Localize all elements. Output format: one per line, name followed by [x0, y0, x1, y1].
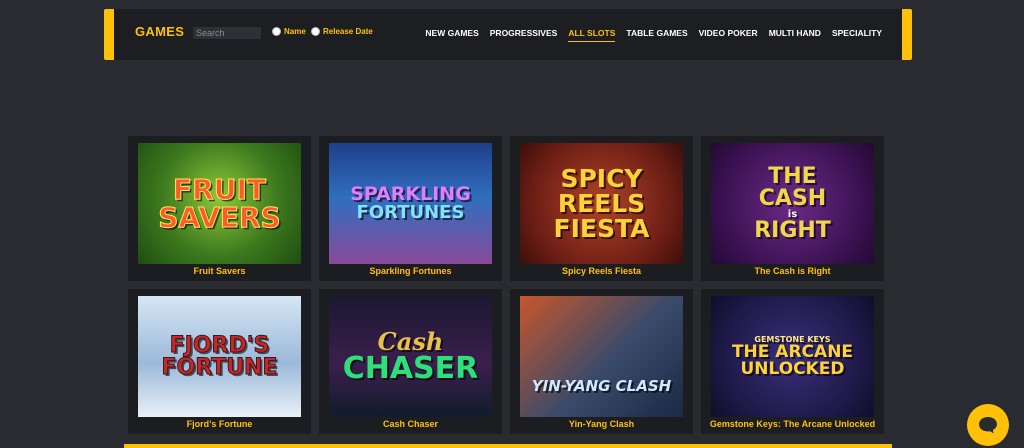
- game-thumbnail[interactable]: THE CASH is RIGHT: [711, 143, 874, 264]
- game-card-spicy-reels-fiesta[interactable]: SPICY REELS FIESTA Spicy Reels Fiesta: [510, 136, 693, 281]
- game-thumbnail[interactable]: FJORD'S FORTUNE: [138, 296, 301, 417]
- game-thumbnail[interactable]: YIN-YANG CLASH: [520, 296, 683, 417]
- game-thumbnail[interactable]: GEMSTONE KEYS THE ARCANE UNLOCKED: [711, 296, 874, 417]
- nav-video-poker[interactable]: VIDEO POKER: [699, 28, 758, 42]
- nav-table-games[interactable]: TABLE GAMES: [626, 28, 687, 42]
- game-thumbnail[interactable]: Cash CHASER: [329, 296, 492, 417]
- nav-new-games[interactable]: NEW GAMES: [425, 28, 478, 42]
- game-thumbnail[interactable]: SPARKLING FORTUNES: [329, 143, 492, 264]
- game-title[interactable]: Yin-Yang Clash: [510, 419, 693, 430]
- radio-label-name: Name: [284, 27, 306, 36]
- sort-by-name-option[interactable]: Name: [272, 27, 306, 36]
- bottom-accent-bar: [124, 444, 892, 448]
- game-title[interactable]: Spicy Reels Fiesta: [510, 266, 693, 277]
- category-nav: NEW GAMES PROGRESSIVES ALL SLOTS TABLE G…: [414, 28, 882, 42]
- game-title[interactable]: The Cash is Right: [701, 266, 884, 277]
- games-grid: FRUIT SAVERS Fruit Savers SPARKLING FORTUN…: [128, 136, 884, 434]
- game-thumbnail[interactable]: SPICY REELS FIESTA: [520, 143, 683, 264]
- game-card-sparkling-fortunes[interactable]: SPARKLING FORTUNES Sparkling Fortunes: [319, 136, 502, 281]
- game-title[interactable]: Sparkling Fortunes: [319, 266, 502, 277]
- nav-progressives[interactable]: PROGRESSIVES: [490, 28, 558, 42]
- top-navigation-bar: GAMES Name Release Date NEW GAMES PROGRE…: [104, 9, 912, 60]
- game-card-gemstone-keys[interactable]: GEMSTONE KEYS THE ARCANE UNLOCKED Gemstone…: [701, 289, 884, 434]
- games-title: GAMES: [135, 24, 185, 39]
- sort-by-release-date-option[interactable]: Release Date: [311, 27, 373, 36]
- nav-multi-hand[interactable]: MULTI HAND: [769, 28, 821, 42]
- chat-button[interactable]: [967, 404, 1009, 446]
- search-input[interactable]: [193, 27, 261, 39]
- game-title[interactable]: Cash Chaser: [319, 419, 502, 430]
- nav-speciality[interactable]: SPECIALITY: [832, 28, 882, 42]
- game-title[interactable]: Fruit Savers: [128, 266, 311, 277]
- game-card-yin-yang-clash[interactable]: YIN-YANG CLASH Yin-Yang Clash: [510, 289, 693, 434]
- chat-bubble-icon: [979, 417, 997, 434]
- game-card-cash-chaser[interactable]: Cash CHASER Cash Chaser: [319, 289, 502, 434]
- game-card-fruit-savers[interactable]: FRUIT SAVERS Fruit Savers: [128, 136, 311, 281]
- game-card-the-cash-is-right[interactable]: THE CASH is RIGHT The Cash is Right: [701, 136, 884, 281]
- nav-all-slots[interactable]: ALL SLOTS: [568, 28, 616, 42]
- radio-button-name[interactable]: [272, 27, 281, 36]
- game-title[interactable]: Fjord’s Fortune: [128, 419, 311, 430]
- game-card-fjords-fortune[interactable]: FJORD'S FORTUNE Fjord’s Fortune: [128, 289, 311, 434]
- radio-button-release-date[interactable]: [311, 27, 320, 36]
- game-title[interactable]: Gemstone Keys: The Arcane Unlocked: [701, 419, 884, 430]
- radio-label-release-date: Release Date: [323, 27, 373, 36]
- game-thumbnail[interactable]: FRUIT SAVERS: [138, 143, 301, 264]
